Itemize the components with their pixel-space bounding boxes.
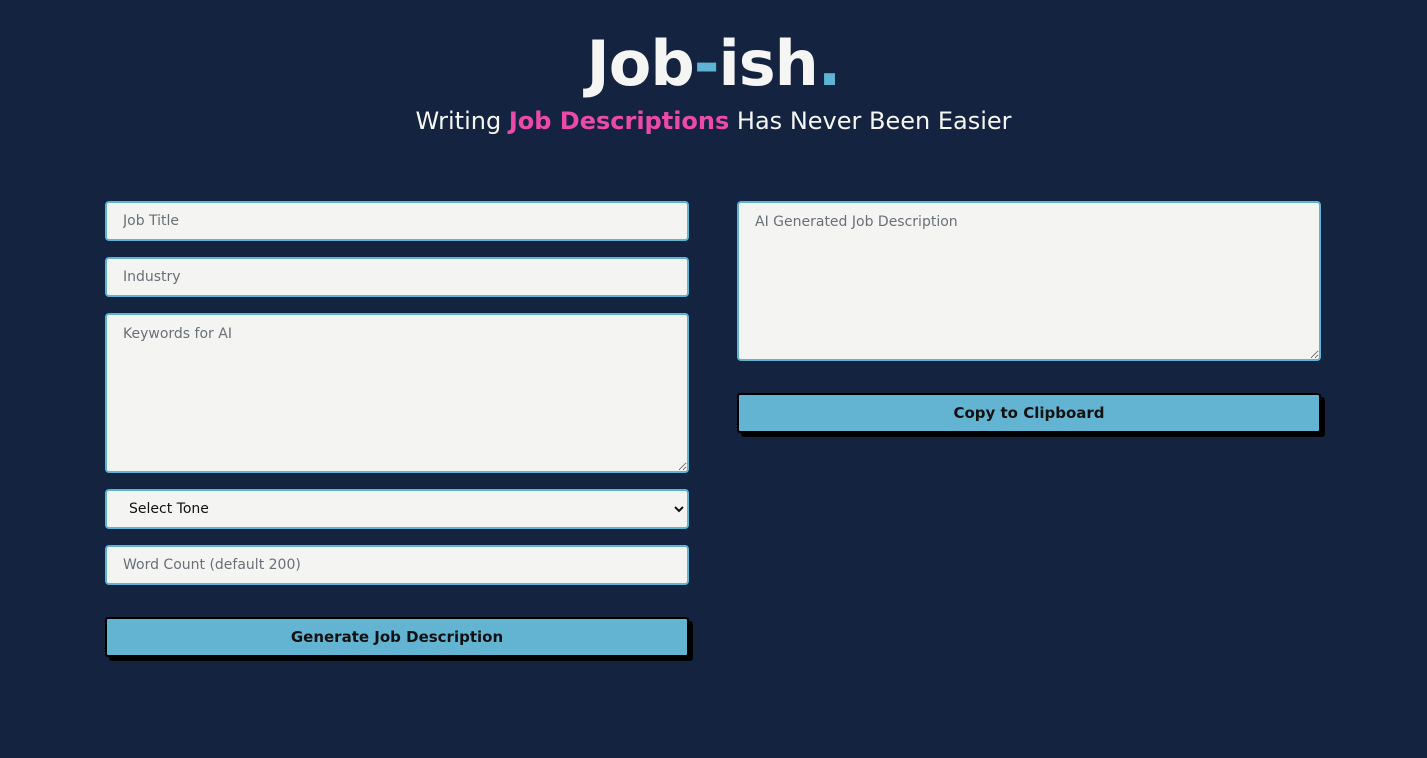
logo-dot: . (817, 27, 842, 100)
generated-description-textarea[interactable] (737, 201, 1321, 361)
app-logo: Job-ish. (0, 28, 1427, 100)
tagline: Writing Job Descriptions Has Never Been … (0, 105, 1427, 137)
logo-part-ish: ish (718, 27, 818, 100)
word-count-input[interactable] (105, 545, 689, 585)
tagline-highlight: Job Descriptions (508, 107, 730, 135)
copy-to-clipboard-button[interactable]: Copy to Clipboard (737, 393, 1321, 433)
keywords-textarea[interactable] (105, 313, 689, 473)
industry-input[interactable] (105, 257, 689, 297)
generate-button[interactable]: Generate Job Description (105, 617, 689, 657)
logo-dash: - (693, 27, 720, 100)
job-title-input[interactable] (105, 201, 689, 241)
tone-select[interactable]: Select Tone (105, 489, 689, 529)
logo-part-job: Job (586, 27, 695, 100)
tagline-suffix: Has Never Been Easier (729, 107, 1012, 135)
tagline-prefix: Writing (415, 107, 509, 135)
